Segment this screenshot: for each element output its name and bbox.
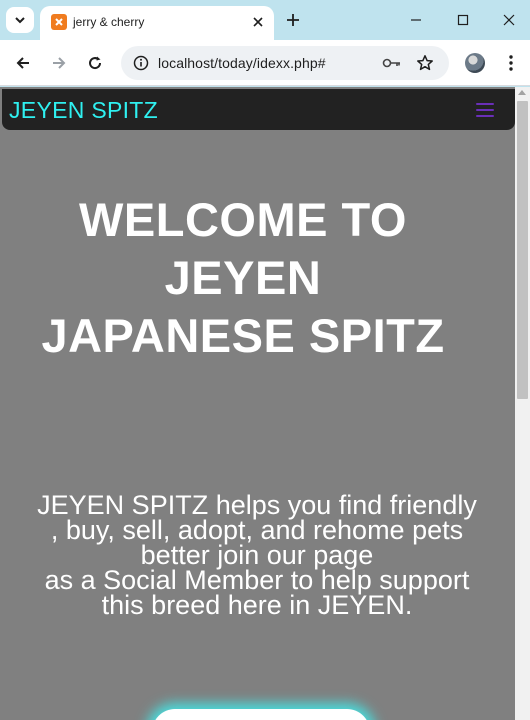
page-scrollbar[interactable] (515, 87, 530, 720)
scrollbar-thumb[interactable] (517, 101, 528, 399)
maximize-button[interactable] (452, 9, 474, 31)
hamburger-menu-icon[interactable] (476, 102, 494, 118)
tab-search-button[interactable] (6, 7, 34, 33)
plus-icon (287, 14, 299, 26)
minimize-icon (411, 19, 421, 21)
site-navbar: JEYEN SPITZ (2, 89, 515, 130)
forward-arrow-icon (53, 57, 66, 69)
browser-menu-button[interactable] (500, 51, 522, 75)
hero-description-line-2: as a Social Member to help support this … (44, 565, 470, 620)
profile-avatar[interactable] (465, 53, 485, 73)
hero-description: JEYEN SPITZ helps you find friendly , bu… (36, 490, 478, 620)
more-menu-icon (509, 55, 513, 71)
join-cta-button[interactable] (152, 709, 370, 720)
hamburger-line (476, 109, 494, 111)
hamburger-line (476, 103, 494, 105)
reload-icon (89, 56, 102, 70)
tab-title: jerry & cherry (73, 15, 145, 29)
password-manager-button[interactable] (381, 52, 403, 74)
scroll-up-arrow-icon[interactable] (518, 90, 526, 95)
hamburger-line (476, 115, 494, 117)
address-bar[interactable]: localhost/today/idexx.php# (121, 46, 449, 80)
browser-tab[interactable]: jerry & cherry (40, 6, 274, 40)
bookmark-button[interactable] (414, 52, 436, 74)
back-arrow-icon (16, 57, 29, 69)
close-window-icon (503, 14, 515, 26)
url-text[interactable]: localhost/today/idexx.php# (158, 55, 326, 71)
site-info-icon (133, 55, 149, 71)
chevron-down-icon (15, 17, 25, 24)
new-tab-button[interactable] (282, 9, 304, 31)
tab-strip: jerry & cherry (0, 0, 530, 40)
maximize-icon (457, 14, 469, 26)
brand-logo-link[interactable]: JEYEN SPITZ (9, 97, 158, 124)
hero-description-line-1: JEYEN SPITZ helps you find friendly , bu… (37, 490, 477, 570)
minimize-button[interactable] (405, 9, 427, 31)
xampp-favicon-icon (51, 14, 67, 30)
site-info-button[interactable] (129, 51, 153, 75)
browser-toolbar: localhost/today/idexx.php# (0, 40, 530, 86)
password-key-icon (382, 58, 400, 68)
bookmark-star-icon (417, 55, 433, 71)
reload-button[interactable] (83, 51, 107, 75)
page-viewport: JEYEN SPITZ WELCOME TO JEYEN JAPANESE SP… (0, 87, 530, 720)
close-window-button[interactable] (498, 9, 520, 31)
close-icon (253, 17, 263, 27)
forward-button[interactable] (47, 51, 71, 75)
back-button[interactable] (11, 51, 35, 75)
close-tab-button[interactable] (248, 12, 268, 32)
hero-title: WELCOME TO JEYEN JAPANESE SPITZ (41, 193, 445, 362)
